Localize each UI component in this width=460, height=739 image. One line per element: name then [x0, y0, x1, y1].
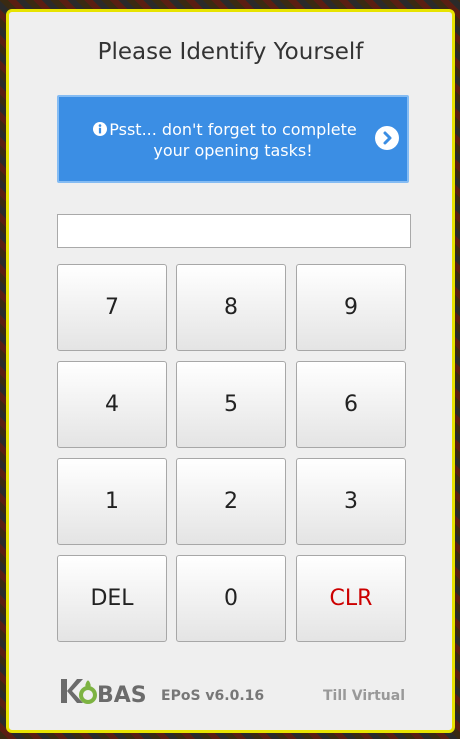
- pin-input[interactable]: [57, 214, 411, 248]
- key-0[interactable]: 0: [176, 555, 286, 642]
- key-4[interactable]: 4: [57, 361, 167, 448]
- key-2[interactable]: 2: [176, 458, 286, 545]
- opening-tasks-banner[interactable]: Psst... don't forget to complete your op…: [57, 95, 409, 183]
- clear-button[interactable]: CLR: [296, 555, 406, 642]
- dialog-title: Please Identify Yourself: [97, 39, 364, 65]
- delete-button[interactable]: DEL: [57, 555, 167, 642]
- till-label: Till Virtual: [322, 688, 405, 704]
- version-label: EPoS v6.0.16: [161, 688, 265, 704]
- svg-text:BAS: BAS: [97, 683, 147, 706]
- key-9[interactable]: 9: [296, 264, 406, 351]
- banner-message: Psst... don't forget to complete your op…: [109, 120, 357, 160]
- chevron-right-circle-icon[interactable]: [375, 126, 399, 150]
- key-8[interactable]: 8: [176, 264, 286, 351]
- key-5[interactable]: 5: [176, 361, 286, 448]
- key-6[interactable]: 6: [296, 361, 406, 448]
- key-3[interactable]: 3: [296, 458, 406, 545]
- identify-dialog: Please Identify Yourself Psst... don't f…: [6, 9, 455, 733]
- key-7[interactable]: 7: [57, 264, 167, 351]
- key-1[interactable]: 1: [57, 458, 167, 545]
- kobas-logo: BAS: [59, 676, 159, 706]
